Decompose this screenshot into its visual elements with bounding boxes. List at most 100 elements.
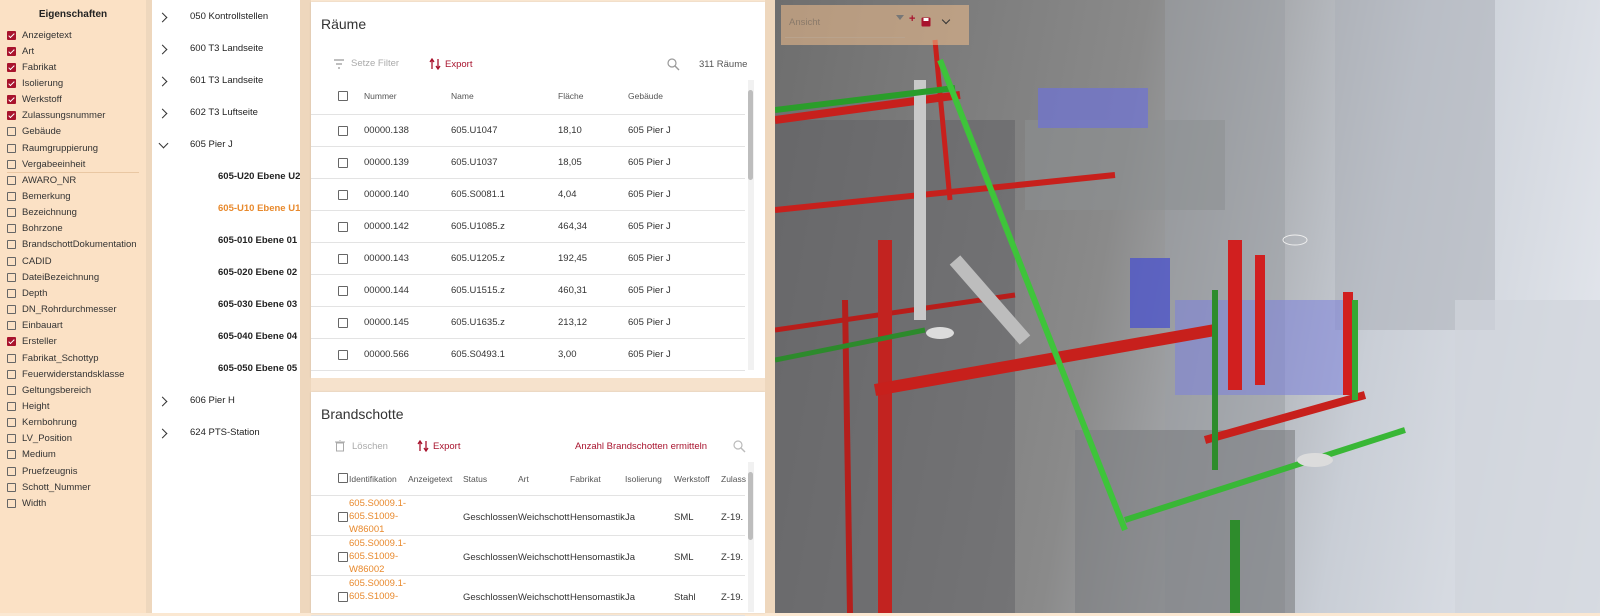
- tree-item-level[interactable]: 605-020 Ebene 02: [218, 267, 297, 278]
- property-checkbox[interactable]: [7, 46, 16, 56]
- property-checkbox[interactable]: [7, 240, 16, 250]
- property-item[interactable]: Kernbohrung: [7, 416, 77, 430]
- tree-item-building[interactable]: 624 PTS-Station: [190, 427, 260, 438]
- splitter-panels[interactable]: [311, 378, 765, 392]
- property-checkbox[interactable]: [7, 78, 16, 88]
- property-checkbox[interactable]: [7, 401, 16, 411]
- identifikation-link[interactable]: 605.S1009-: [349, 590, 398, 603]
- property-item[interactable]: LV_Position: [7, 432, 72, 446]
- identifikation-link[interactable]: W86001: [349, 523, 384, 536]
- set-filter-button[interactable]: Setze Filter: [333, 58, 399, 69]
- property-item[interactable]: Width: [7, 496, 46, 510]
- table-row[interactable]: 605.S0009.1- 605.S1009- W86001 Geschlossen W…: [311, 496, 745, 536]
- property-checkbox[interactable]: [7, 353, 16, 363]
- property-item[interactable]: Anzeigetext: [7, 28, 72, 42]
- row-checkbox[interactable]: [338, 350, 348, 360]
- col-nummer[interactable]: Nummer: [364, 91, 397, 101]
- property-checkbox[interactable]: [7, 337, 16, 347]
- model-viewer-3d[interactable]: Ansicht +: [775, 0, 1600, 613]
- col-identifikation[interactable]: Identifikation: [349, 474, 397, 484]
- property-checkbox[interactable]: [7, 450, 16, 460]
- chevron-right-icon[interactable]: [157, 428, 168, 439]
- property-item[interactable]: Vergabeeinheit: [7, 157, 85, 171]
- property-item[interactable]: Feuerwiderstandsklasse: [7, 367, 124, 381]
- property-checkbox[interactable]: [7, 321, 16, 331]
- property-item[interactable]: Isolierung: [7, 76, 63, 90]
- property-item[interactable]: Bemerkung: [7, 190, 71, 204]
- property-checkbox[interactable]: [7, 224, 16, 234]
- tree-item-level[interactable]: 605-010 Ebene 01: [218, 235, 297, 246]
- col-fabrikat[interactable]: Fabrikat: [570, 474, 601, 484]
- property-checkbox[interactable]: [7, 305, 16, 315]
- property-checkbox[interactable]: [7, 385, 16, 395]
- row-checkbox[interactable]: [338, 126, 348, 136]
- chevron-down-icon[interactable]: [158, 138, 169, 149]
- col-isolierung[interactable]: Isolierung: [625, 474, 662, 484]
- tree-item-building[interactable]: 605 Pier J: [190, 139, 233, 150]
- property-checkbox[interactable]: [7, 111, 16, 121]
- table-row[interactable]: 00000.138 605.U1047 18,10 605 Pier J: [311, 115, 745, 147]
- identifikation-link[interactable]: W86002: [349, 563, 384, 576]
- property-checkbox[interactable]: [7, 482, 16, 492]
- row-checkbox[interactable]: [338, 190, 348, 200]
- property-item[interactable]: AWARO_NR: [7, 173, 76, 187]
- table-row[interactable]: 00000.145 605.U1635.z 213,12 605 Pier J: [311, 307, 745, 339]
- property-item[interactable]: DateiBezeichnung: [7, 270, 99, 284]
- property-item[interactable]: Bohrzone: [7, 222, 63, 236]
- rooms-export-button[interactable]: Export: [429, 58, 472, 70]
- table-row[interactable]: 605.S0009.1- 605.S1009- Geschlossen Weichsc…: [311, 576, 745, 616]
- row-checkbox[interactable]: [338, 286, 348, 296]
- property-item[interactable]: Fabrikat: [7, 60, 56, 74]
- property-checkbox[interactable]: [7, 62, 16, 72]
- tree-item-building[interactable]: 601 T3 Landseite: [190, 75, 263, 86]
- property-item[interactable]: Pruefzeugnis: [7, 464, 77, 478]
- property-checkbox[interactable]: [7, 418, 16, 428]
- col-status[interactable]: Status: [463, 474, 487, 484]
- property-item[interactable]: BrandschottDokumentation: [7, 238, 137, 252]
- property-checkbox[interactable]: [7, 143, 16, 153]
- property-item[interactable]: Depth: [7, 286, 47, 300]
- col-werkstoff[interactable]: Werkstoff: [674, 474, 710, 484]
- identifikation-link[interactable]: 605.S1009-: [349, 510, 398, 523]
- property-item[interactable]: Bezeichnung: [7, 206, 77, 220]
- property-item[interactable]: Zulassungsnummer: [7, 109, 105, 123]
- identifikation-link[interactable]: 605.S0009.1-: [349, 537, 406, 550]
- property-item[interactable]: DN_Rohrdurchmesser: [7, 303, 117, 317]
- property-checkbox[interactable]: [7, 369, 16, 379]
- property-item[interactable]: Gebäude: [7, 125, 61, 139]
- property-checkbox[interactable]: [7, 192, 16, 201]
- property-item[interactable]: Ersteller: [7, 335, 57, 349]
- property-item[interactable]: Raumgruppierung: [7, 141, 98, 155]
- table-row[interactable]: 00000.140 605.S0081.1 4,04 605 Pier J: [311, 179, 745, 211]
- table-row[interactable]: 00000.566 605.S0493.1 3,00 605 Pier J: [311, 339, 745, 371]
- row-checkbox[interactable]: [338, 254, 348, 264]
- tree-item-building[interactable]: 606 Pier H: [190, 395, 235, 406]
- splitter-viewer[interactable]: [765, 0, 775, 613]
- table-row[interactable]: 00000.143 605.U1205.z 192,45 605 Pier J: [311, 243, 745, 275]
- property-checkbox[interactable]: [7, 498, 16, 508]
- col-flaeche[interactable]: Fläche: [558, 91, 584, 101]
- property-item[interactable]: Schott_Nummer: [7, 480, 91, 494]
- chevron-down-icon[interactable]: [941, 15, 951, 25]
- table-row[interactable]: 605.S0009.1- 605.S1009- W86002 Geschlossen W…: [311, 536, 745, 576]
- property-checkbox[interactable]: [7, 256, 16, 266]
- chevron-right-icon[interactable]: [157, 12, 168, 23]
- search-icon[interactable]: [733, 440, 746, 453]
- chevron-right-icon[interactable]: [157, 396, 168, 407]
- property-checkbox[interactable]: [7, 288, 16, 298]
- delete-button[interactable]: Löschen: [335, 440, 388, 452]
- property-item[interactable]: CADID: [7, 254, 52, 268]
- col-art[interactable]: Art: [518, 474, 529, 484]
- property-checkbox[interactable]: [7, 127, 16, 137]
- tree-item-building[interactable]: 600 T3 Landseite: [190, 43, 263, 54]
- search-icon[interactable]: [667, 58, 680, 71]
- property-checkbox[interactable]: [7, 272, 16, 282]
- tree-item-level[interactable]: 605-050 Ebene 05: [218, 363, 297, 374]
- col-gebaeude[interactable]: Gebäude: [628, 91, 663, 101]
- tree-item-level[interactable]: 605-U10 Ebene U1: [218, 203, 300, 214]
- property-item[interactable]: Werkstoff: [7, 93, 62, 107]
- identifikation-link[interactable]: 605.S0009.1-: [349, 497, 406, 510]
- fire-select-all-checkbox[interactable]: [338, 473, 348, 483]
- property-item[interactable]: Fabrikat_Schottyp: [7, 351, 99, 365]
- col-name[interactable]: Name: [451, 91, 474, 101]
